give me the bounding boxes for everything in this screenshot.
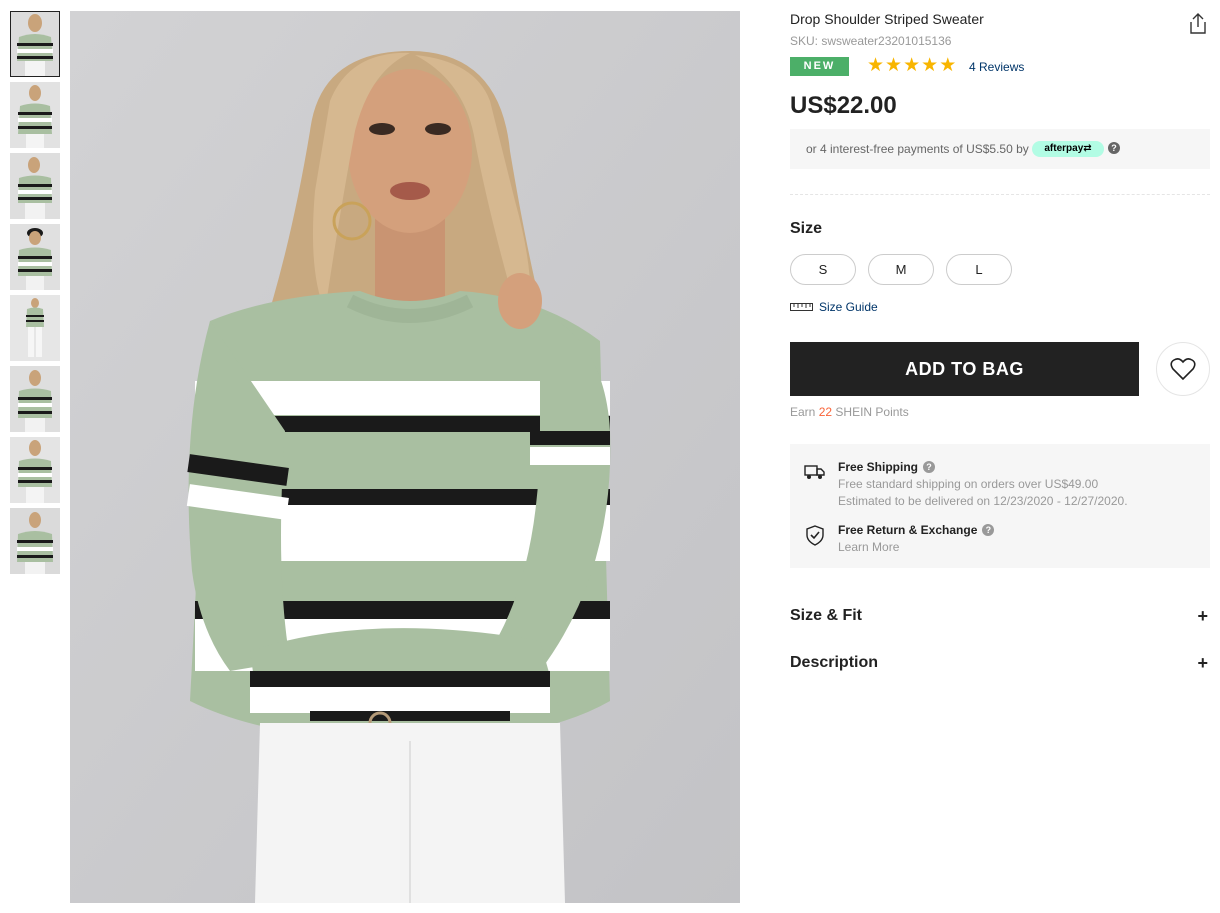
thumbnail-image bbox=[10, 508, 60, 574]
thumbnail-2[interactable] bbox=[10, 82, 60, 148]
star-icon: ★ bbox=[903, 55, 921, 76]
thumbnail-image bbox=[10, 295, 60, 361]
star-icon: ★ bbox=[885, 55, 903, 76]
shipping-info: Free Shipping ? Free standard shipping o… bbox=[790, 444, 1210, 568]
afterpay-banner: or 4 interest-free payments of US$5.50 b… bbox=[790, 129, 1210, 169]
thumbnail-7[interactable] bbox=[10, 437, 60, 503]
learn-more-link[interactable]: Learn More bbox=[838, 540, 994, 554]
heart-icon bbox=[1170, 358, 1196, 381]
thumbnail-6[interactable] bbox=[10, 366, 60, 432]
points-suffix: SHEIN Points bbox=[835, 405, 909, 419]
thumbnail-5[interactable] bbox=[10, 295, 60, 361]
ruler-icon bbox=[790, 303, 813, 311]
size-guide-link[interactable]: Size Guide bbox=[790, 300, 878, 314]
free-shipping-title: Free Shipping bbox=[838, 460, 919, 474]
size-options: S M L bbox=[790, 254, 1012, 285]
free-shipping-line2: Estimated to be delivered on 12/23/2020 … bbox=[838, 494, 1128, 508]
truck-icon bbox=[804, 465, 825, 479]
thumbnail-image bbox=[10, 437, 60, 503]
accordion-label: Size & Fit bbox=[790, 607, 863, 624]
star-icon: ★ bbox=[921, 55, 939, 76]
size-option-s[interactable]: S bbox=[790, 254, 856, 285]
thumbnail-image bbox=[10, 366, 60, 432]
help-icon[interactable]: ? bbox=[982, 524, 995, 536]
thumbnail-image bbox=[10, 153, 60, 219]
thumbnail-image bbox=[10, 11, 60, 77]
add-to-bag-button[interactable]: ADD TO BAG bbox=[790, 342, 1139, 396]
size-label: Size bbox=[790, 220, 823, 237]
product-price: US$22.00 bbox=[790, 92, 897, 119]
thumbnail-8[interactable] bbox=[10, 508, 60, 574]
afterpay-text: or 4 interest-free payments of US$5.50 b… bbox=[806, 142, 1029, 156]
thumbnail-3[interactable] bbox=[10, 153, 60, 219]
accordion-size-fit[interactable]: Size & Fit + bbox=[790, 606, 1210, 631]
thumbnail-4[interactable] bbox=[10, 224, 60, 290]
product-title: Drop Shoulder Striped Sweater bbox=[790, 11, 984, 27]
help-icon[interactable]: ? bbox=[923, 461, 936, 473]
size-guide-label: Size Guide bbox=[819, 300, 878, 314]
plus-icon: + bbox=[1197, 653, 1208, 673]
rating-stars: ★ ★ ★ ★ ★ bbox=[867, 56, 956, 75]
main-product-image[interactable] bbox=[70, 11, 740, 903]
thumbnail-1[interactable] bbox=[10, 11, 60, 77]
star-icon: ★ bbox=[867, 55, 885, 76]
accordion-description[interactable]: Description + bbox=[790, 653, 1210, 678]
product-sku: SKU: swsweater23201015136 bbox=[790, 34, 952, 48]
size-option-l[interactable]: L bbox=[946, 254, 1012, 285]
help-icon[interactable]: ? bbox=[1108, 142, 1120, 154]
thumbnail-list bbox=[10, 11, 60, 579]
star-icon: ★ bbox=[939, 55, 957, 76]
plus-icon: + bbox=[1197, 606, 1208, 626]
product-photo bbox=[70, 11, 740, 903]
wishlist-button[interactable] bbox=[1156, 342, 1210, 396]
share-icon[interactable] bbox=[1188, 13, 1208, 35]
size-option-m[interactable]: M bbox=[868, 254, 934, 285]
afterpay-logo: afterpay⇄ bbox=[1032, 141, 1104, 157]
points-value: 22 bbox=[818, 405, 833, 419]
points-prefix: Earn bbox=[790, 405, 816, 419]
accordion-label: Description bbox=[790, 654, 879, 671]
new-badge: NEW bbox=[790, 57, 849, 76]
free-shipping-row: Free Shipping ? Free standard shipping o… bbox=[804, 460, 1128, 508]
free-return-title: Free Return & Exchange bbox=[838, 523, 978, 537]
free-shipping-line1: Free standard shipping on orders over US… bbox=[838, 477, 1099, 491]
free-return-row: Free Return & Exchange ? Learn More bbox=[804, 523, 995, 554]
reviews-link[interactable]: 4 Reviews bbox=[969, 60, 1024, 74]
divider bbox=[790, 194, 1210, 195]
thumbnail-image bbox=[10, 224, 60, 290]
shield-check-icon bbox=[806, 525, 824, 546]
thumbnail-image bbox=[10, 82, 60, 148]
points-info: Earn 22 SHEIN Points bbox=[790, 405, 909, 419]
